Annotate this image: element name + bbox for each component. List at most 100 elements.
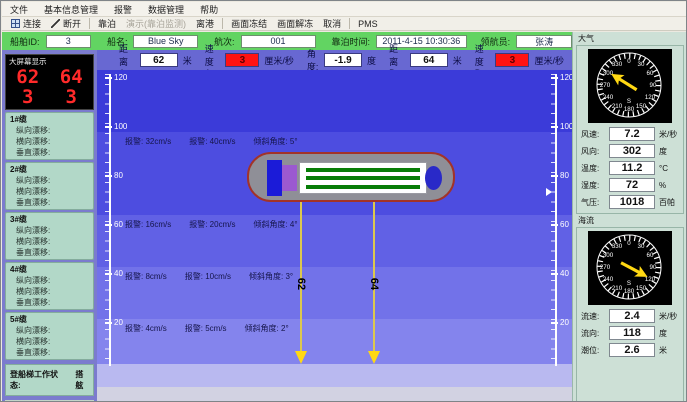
tide-level-value: 2.6 bbox=[609, 343, 655, 357]
demo-monitor-button[interactable]: 演示(靠泊监测) bbox=[121, 16, 191, 31]
dial-330: 330 bbox=[612, 243, 623, 250]
dial-240: 240 bbox=[603, 276, 614, 283]
pilot-field[interactable]: 张涛 bbox=[516, 35, 572, 48]
distance-a-value: 62 bbox=[140, 53, 178, 67]
weather-panel: 大气 0 30 60 90 120 150 180 210 240 270 30… bbox=[572, 32, 687, 402]
current-direction-unit: 度 bbox=[655, 328, 681, 339]
tilt-angle: 倾斜角度: 4° bbox=[253, 219, 297, 230]
temperature-label: 温度: bbox=[579, 163, 609, 174]
toolbar-separator bbox=[349, 18, 350, 29]
menu-alarm[interactable]: 报警 bbox=[106, 2, 140, 16]
dial-180: 180 bbox=[624, 106, 635, 113]
voyage-field[interactable]: 001 bbox=[241, 35, 316, 48]
drift-lateral: 横向漂移: bbox=[6, 136, 93, 147]
connect-icon bbox=[11, 19, 20, 28]
dial-210: 210 bbox=[612, 103, 623, 110]
unfreeze-screen-button[interactable]: 画面解冻 bbox=[272, 16, 318, 31]
alarm-a: 报警: 4cm/s bbox=[125, 323, 167, 334]
distance-a-unit: 米 bbox=[183, 54, 192, 67]
dial-150: 150 bbox=[636, 103, 647, 110]
mooring-arrow-a bbox=[295, 351, 307, 364]
dial-south: S bbox=[627, 98, 631, 105]
depart-button[interactable]: 离港 bbox=[191, 16, 219, 31]
connect-label: 连接 bbox=[23, 17, 41, 30]
right-tick-20: 20 bbox=[551, 318, 569, 327]
ruler-level-marker bbox=[546, 188, 552, 196]
wind-direction-unit: 度 bbox=[655, 146, 681, 157]
dial-south: S bbox=[627, 280, 631, 287]
drift-longitudinal: 纵向漂移: bbox=[6, 275, 93, 286]
alarm-b: 报警: 40cm/s bbox=[189, 136, 235, 147]
connect-button[interactable]: 连接 bbox=[6, 16, 46, 31]
berth-button[interactable]: 靠泊 bbox=[93, 16, 121, 31]
speed-b-led: 3 bbox=[66, 87, 77, 107]
current-speed-row: 流速: 2.4 米/秒 bbox=[579, 308, 681, 324]
dial-270: 270 bbox=[600, 82, 611, 89]
distance-a-led: 62 bbox=[16, 67, 39, 87]
distance-b-unit: 米 bbox=[453, 54, 462, 67]
disconnect-button[interactable]: 断开 bbox=[46, 16, 86, 31]
dial-0: 0 bbox=[627, 240, 631, 247]
cable-section-3: 3#缆 纵向漂移: 横向漂移: 垂直漂移: bbox=[5, 212, 94, 260]
menu-data[interactable]: 数据管理 bbox=[140, 2, 192, 16]
dial-90: 90 bbox=[650, 264, 657, 271]
menu-help[interactable]: 帮助 bbox=[192, 2, 226, 16]
wind-speed-value: 7.2 bbox=[609, 127, 655, 141]
freeze-screen-button[interactable]: 画面冻结 bbox=[226, 16, 272, 31]
mooring-distance-a: 62 bbox=[295, 274, 307, 294]
drift-longitudinal: 纵向漂移: bbox=[6, 225, 93, 236]
dial-30: 30 bbox=[638, 243, 645, 250]
cancel-button[interactable]: 取消 bbox=[318, 16, 346, 31]
tide-level-label: 潮位: bbox=[579, 345, 609, 356]
right-tick-80: 80 bbox=[551, 171, 569, 180]
right-tick-100: 100 bbox=[551, 122, 572, 131]
ship-name-field[interactable]: Blue Sky bbox=[133, 35, 198, 48]
alarm-a: 报警: 32cm/s bbox=[125, 136, 171, 147]
alarm-threshold-row-1: 报警: 32cm/s 报警: 40cm/s 倾斜角度: 5° bbox=[125, 136, 298, 147]
alarm-b: 报警: 5cm/s bbox=[185, 323, 227, 334]
cable-section-4: 4#缆 纵向漂移: 横向漂移: 垂直漂移: bbox=[5, 262, 94, 310]
right-tick-120: 120 bbox=[551, 73, 572, 82]
dial-210: 210 bbox=[612, 285, 623, 292]
ship-id-field[interactable]: 3 bbox=[46, 35, 91, 48]
measurement-bar: 距离A: 62 米 速度A: 3 厘米/秒 角度: -1.9 度 距离B: 64… bbox=[97, 50, 572, 70]
alarm-a: 报警: 16cm/s bbox=[125, 219, 171, 230]
left-panel: 大屏幕显示 62 64 3 3 1#缆 纵向漂移: 横向漂移: 垂直漂移: 2#… bbox=[2, 50, 97, 402]
alarm-threshold-row-2: 报警: 16cm/s 报警: 20cm/s 倾斜角度: 4° bbox=[125, 219, 298, 230]
quay-strip bbox=[97, 364, 572, 387]
humidity-value: 72 bbox=[609, 178, 655, 192]
current-group: 0 30 60 90 120 150 180 210 240 270 300 3… bbox=[576, 227, 684, 402]
dial-120: 120 bbox=[645, 94, 656, 101]
ship-deckhouse bbox=[282, 165, 297, 191]
toolbar-separator bbox=[89, 18, 90, 29]
drift-lateral: 横向漂移: bbox=[6, 186, 93, 197]
pressure-label: 气压: bbox=[579, 197, 609, 208]
dial-90: 90 bbox=[650, 82, 657, 89]
menu-file[interactable]: 文件 bbox=[2, 2, 36, 16]
dial-270: 270 bbox=[600, 264, 611, 271]
dial-60: 60 bbox=[647, 70, 654, 77]
alarm-band-0 bbox=[97, 70, 572, 132]
distance-b-led: 64 bbox=[60, 67, 83, 87]
drift-lateral: 横向漂移: bbox=[6, 236, 93, 247]
wind-direction-value: 302 bbox=[609, 144, 655, 158]
gangway-label: 登船梯工作状态: bbox=[10, 369, 67, 391]
berth-time-label: 靠泊时间: bbox=[332, 35, 371, 48]
pressure-value: 1018 bbox=[609, 195, 655, 209]
current-direction-row: 流向: 118 度 bbox=[579, 325, 681, 341]
atmosphere-group: 0 30 60 90 120 150 180 210 240 270 300 3… bbox=[576, 45, 684, 214]
cable-title: 1#缆 bbox=[6, 113, 93, 125]
gangway-value: 搭舷 bbox=[75, 369, 91, 391]
wind-direction-gauge: 0 30 60 90 120 150 180 210 240 270 300 3… bbox=[588, 49, 672, 123]
right-tick-60: 60 bbox=[551, 220, 569, 229]
deck-stripe bbox=[306, 185, 420, 189]
pms-button[interactable]: PMS bbox=[353, 18, 383, 30]
dial-180: 180 bbox=[624, 288, 635, 295]
left-tick-40: 40 bbox=[105, 269, 123, 278]
speed-b-unit: 厘米/秒 bbox=[534, 54, 564, 67]
humidity-unit: % bbox=[655, 181, 681, 190]
menu-basic-info[interactable]: 基本信息管理 bbox=[36, 2, 106, 16]
left-tick-60: 60 bbox=[105, 220, 123, 229]
current-speed-unit: 米/秒 bbox=[655, 311, 681, 322]
alarm-b: 报警: 20cm/s bbox=[189, 219, 235, 230]
